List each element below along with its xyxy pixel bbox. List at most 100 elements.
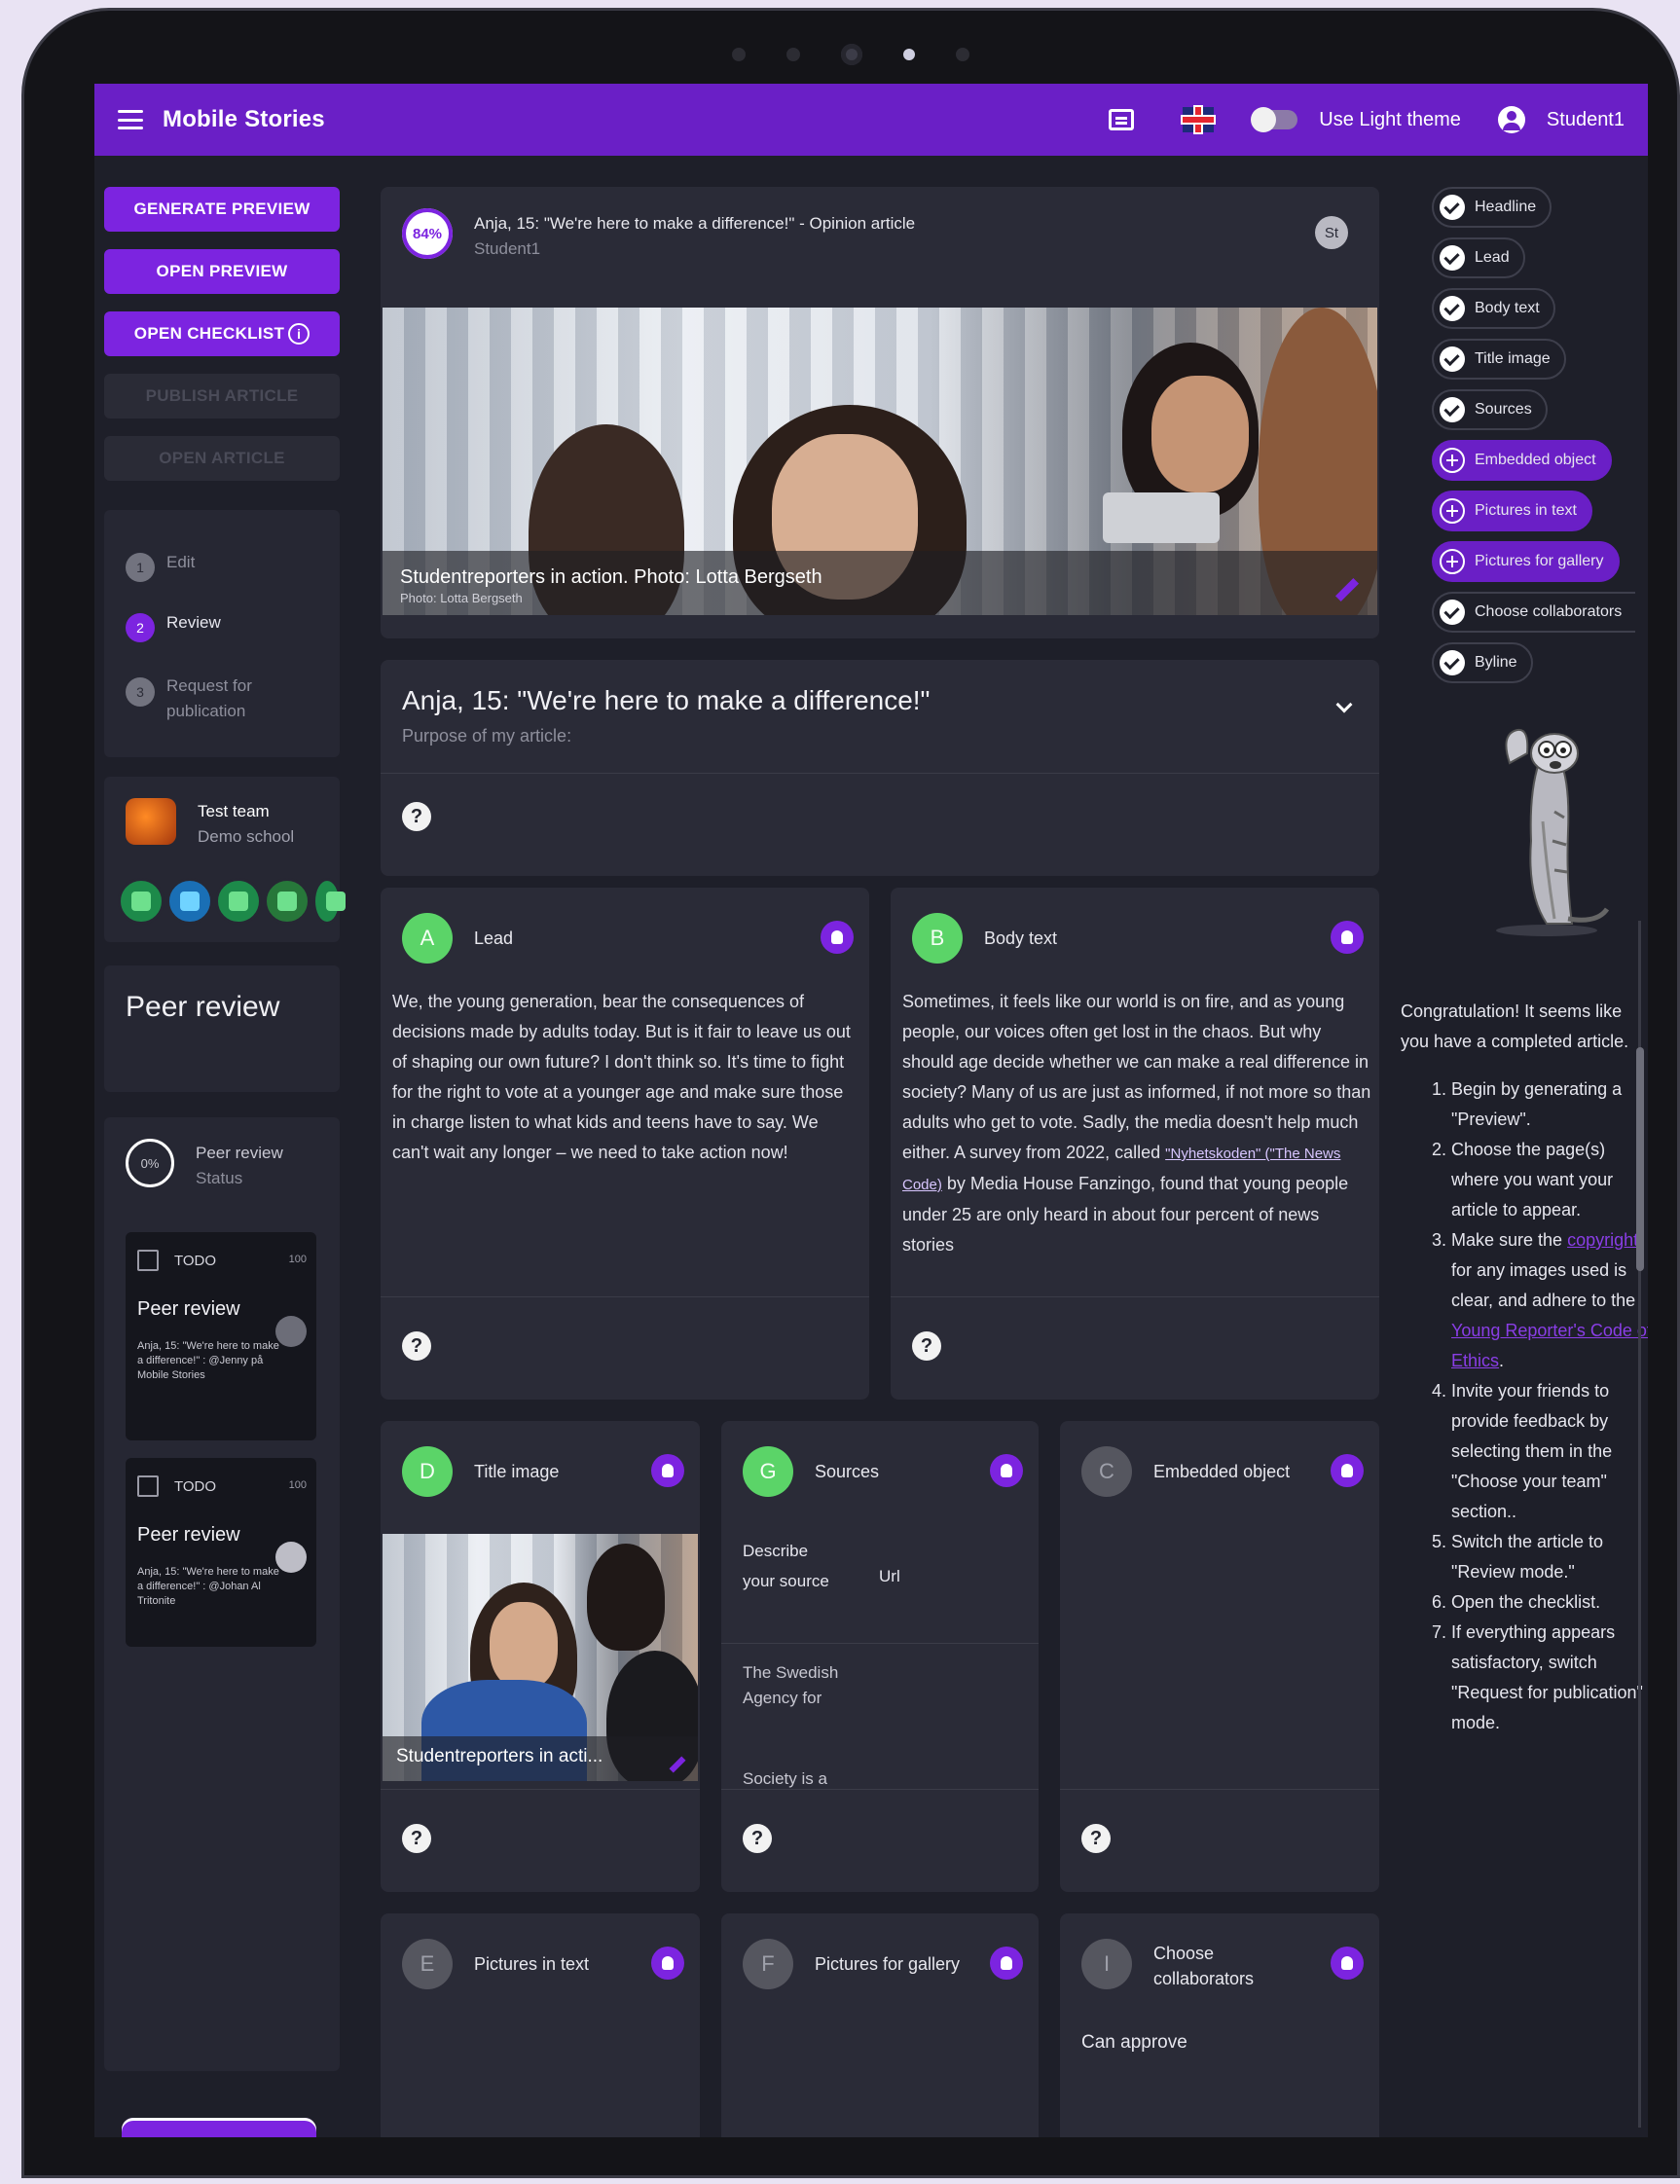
team-logo <box>126 798 176 845</box>
copyright-link[interactable]: copyright <box>1567 1230 1638 1250</box>
language-flag-icon[interactable] <box>1183 107 1215 132</box>
todo-checkbox[interactable] <box>137 1475 159 1497</box>
step-label: Review <box>166 613 221 632</box>
peer-review-title: Peer review <box>126 991 280 1023</box>
step-label: Edit <box>166 553 196 571</box>
code-of-ethics-link[interactable]: Young Reporter's Code of Ethics <box>1451 1321 1648 1370</box>
checklist-chip-pictures-in-text[interactable]: Pictures in text <box>1432 491 1592 531</box>
checklist-chip-byline[interactable]: Byline <box>1432 642 1533 683</box>
help-icon[interactable]: ? <box>402 1824 431 1853</box>
open-checklist-button[interactable]: OPEN CHECKLIST i <box>104 311 340 356</box>
step-number: 3 <box>126 677 155 707</box>
member-avatar[interactable] <box>118 878 164 925</box>
member-avatar[interactable] <box>166 878 213 925</box>
body-text[interactable]: Sometimes, it feels like our world is on… <box>902 987 1371 1285</box>
guide-step: Begin by generating a "Preview". <box>1451 1074 1648 1135</box>
expand-chevron-icon[interactable] <box>1335 696 1353 713</box>
collaborators-letter-avatar: I <box>1081 1939 1132 1989</box>
hint-bulb-icon[interactable] <box>990 1454 1023 1487</box>
scrollbar-thumb[interactable] <box>1636 1047 1644 1271</box>
step-review[interactable]: 2 Review <box>126 613 221 642</box>
step-edit[interactable]: 1 Edit <box>126 553 195 582</box>
member-avatar[interactable] <box>264 878 310 925</box>
title-image-card[interactable]: D Title image Studentreporters in acti..… <box>381 1421 700 1892</box>
hint-bulb-icon[interactable] <box>990 1947 1023 1980</box>
guide-step: Make sure the copyright for any images u… <box>1451 1225 1648 1376</box>
body-text-card[interactable]: B Body text Sometimes, it feels like our… <box>891 888 1379 1400</box>
checklist-chip-headline[interactable]: Headline <box>1432 187 1552 228</box>
step-label: Request for publication <box>166 676 252 720</box>
member-avatar[interactable] <box>215 878 262 925</box>
check-icon <box>1440 397 1465 422</box>
hint-bulb-icon[interactable] <box>1331 1454 1364 1487</box>
title-image-photo[interactable]: Studentreporters in action. Photo: Lotta… <box>383 308 1377 615</box>
headline-text[interactable]: Anja, 15: "We're here to make a differen… <box>402 685 931 716</box>
title-image-thumbnail[interactable]: Studentreporters in acti... <box>383 1534 698 1781</box>
hint-bulb-icon[interactable] <box>651 1947 684 1980</box>
todo-percent: 100 <box>288 1254 307 1265</box>
hint-bulb-icon[interactable] <box>651 1454 684 1487</box>
bottom-action-button[interactable] <box>122 2118 316 2137</box>
generate-preview-button[interactable]: GENERATE PREVIEW <box>104 187 340 232</box>
peer-review-task[interactable]: TODO 100 Peer review Anja, 15: "We're he… <box>126 1232 316 1440</box>
headline-card[interactable]: Anja, 15: "We're here to make a differen… <box>381 660 1379 876</box>
chip-label: Sources <box>1475 401 1532 418</box>
help-icon[interactable]: ? <box>402 1331 431 1361</box>
status-sub: Status <box>196 1169 243 1187</box>
help-icon[interactable]: ? <box>743 1824 772 1853</box>
theme-toggle[interactable] <box>1251 107 1298 132</box>
menu-icon[interactable] <box>118 110 143 129</box>
lead-text[interactable]: We, the young generation, bear the conse… <box>392 987 858 1168</box>
checklist-chip-choose-collaborators[interactable]: Choose collaborators <box>1432 592 1636 633</box>
source-row[interactable]: Society is a <box>743 1769 827 1789</box>
chip-label: Title image <box>1475 350 1551 367</box>
author-avatar[interactable]: St <box>1315 216 1348 249</box>
open-article-button[interactable]: OPEN ARTICLE <box>104 436 340 481</box>
checklist-chip-body-text[interactable]: Body text <box>1432 288 1555 329</box>
publish-article-button[interactable]: PUBLISH ARTICLE <box>104 374 340 419</box>
chip-label: Body text <box>1475 300 1540 316</box>
embedded-object-card[interactable]: C Embedded object ? <box>1060 1421 1379 1892</box>
open-preview-button[interactable]: OPEN PREVIEW <box>104 249 340 294</box>
chip-label: Choose collaborators <box>1475 603 1623 620</box>
hint-bulb-icon[interactable] <box>1331 921 1364 954</box>
help-icon[interactable]: ? <box>402 802 431 831</box>
checklist-chip-title-image[interactable]: Title image <box>1432 339 1566 380</box>
todo-header: TODO <box>137 1475 216 1497</box>
source-row[interactable]: The Swedish Agency for <box>743 1660 840 1711</box>
lead-card[interactable]: A Lead We, the young generation, bear th… <box>381 888 869 1400</box>
article-author: Student1 <box>474 239 541 258</box>
check-icon <box>1440 296 1465 321</box>
add-circle-icon <box>1440 549 1465 574</box>
title-image-caption: Studentreporters in acti... <box>383 1736 698 1781</box>
title-image-caption-text: Studentreporters in acti... <box>396 1746 603 1766</box>
help-icon[interactable]: ? <box>1081 1824 1111 1853</box>
check-icon <box>1440 600 1465 625</box>
chat-icon[interactable] <box>1109 109 1135 130</box>
can-approve-label: Can approve <box>1081 2032 1187 2053</box>
chip-label: Lead <box>1475 249 1510 266</box>
hint-bulb-icon[interactable] <box>821 921 854 954</box>
checklist-chip-pictures-for-gallery[interactable]: Pictures for gallery <box>1432 541 1620 582</box>
todo-header: TODO <box>137 1250 216 1271</box>
meerkat-mascot-icon <box>1496 728 1610 936</box>
checklist-chip-embedded-object[interactable]: Embedded object <box>1432 440 1612 481</box>
step-request-publication[interactable]: 3 Request for publication <box>126 673 320 724</box>
pictures-in-text-card[interactable]: E Pictures in text <box>381 1913 700 2137</box>
checklist-chip-sources[interactable]: Sources <box>1432 389 1548 430</box>
user-name[interactable]: Student1 <box>1547 109 1625 131</box>
todo-checkbox[interactable] <box>137 1250 159 1271</box>
info-icon: i <box>288 323 310 345</box>
checklist-chip-lead[interactable]: Lead <box>1432 237 1525 278</box>
image-caption-text: Studentreporters in action. Photo: Lotta… <box>400 566 822 588</box>
help-icon[interactable]: ? <box>912 1331 941 1361</box>
hint-bulb-icon[interactable] <box>1331 1947 1364 1980</box>
pictures-for-gallery-card[interactable]: F Pictures for gallery <box>721 1913 1039 2137</box>
account-icon[interactable] <box>1497 106 1525 133</box>
choose-collaborators-card[interactable]: I Choose collaborators Can approve <box>1060 1913 1379 2137</box>
sources-card[interactable]: G Sources Describe your source Url The S… <box>721 1421 1039 1892</box>
image-caption: Studentreporters in action. Photo: Lotta… <box>383 551 1377 615</box>
peer-review-task[interactable]: TODO 100 Peer review Anja, 15: "We're he… <box>126 1458 316 1647</box>
team-card[interactable]: Test team Demo school <box>104 777 346 942</box>
member-avatar[interactable] <box>312 878 346 925</box>
